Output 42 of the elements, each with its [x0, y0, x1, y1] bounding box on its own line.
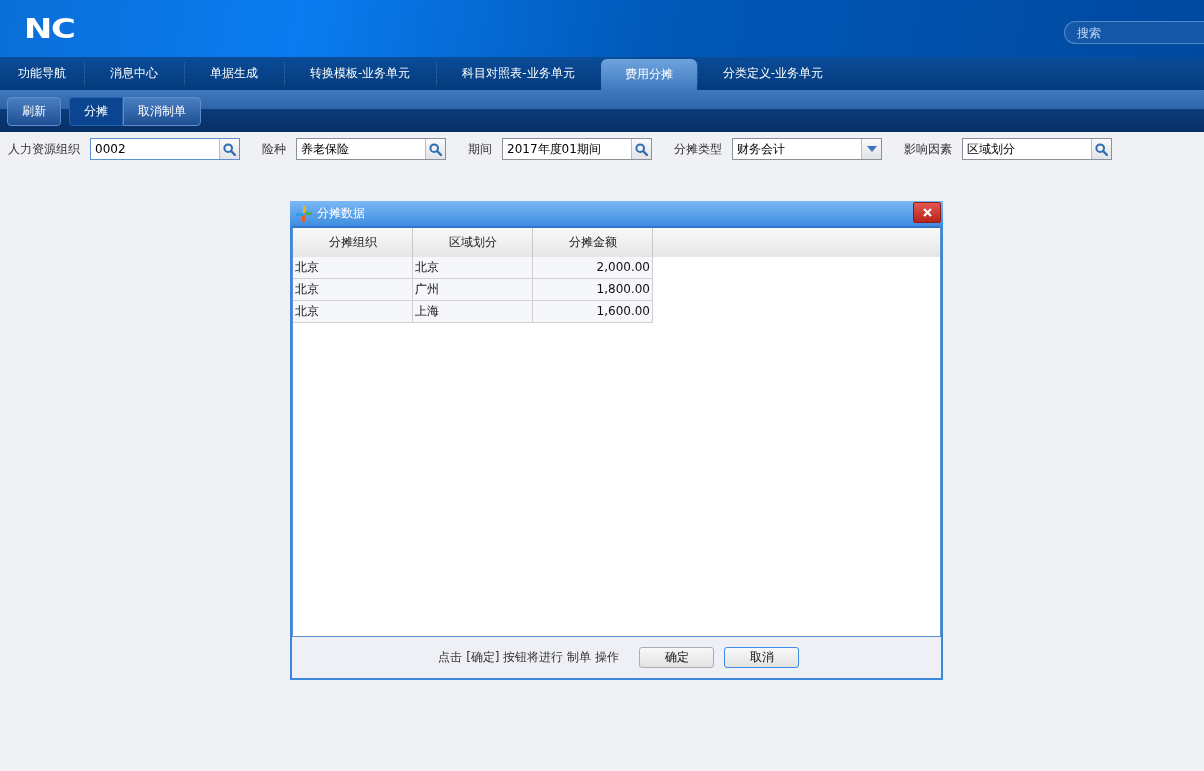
lookup-field[interactable]: 2017年度01期间	[502, 138, 652, 160]
pinwheel-icon	[296, 205, 312, 222]
search-icon[interactable]	[223, 142, 236, 156]
table-cell: 北京	[293, 301, 413, 323]
table-cell: 北京	[413, 257, 533, 279]
tab[interactable]: 科目对照表-业务单元	[436, 57, 601, 90]
search-icon[interactable]	[429, 142, 442, 156]
field-label: 分摊类型	[674, 140, 722, 158]
tab[interactable]: 分类定义-业务单元	[696, 57, 850, 90]
tab[interactable]: 消息中心	[84, 57, 184, 90]
close-icon	[922, 208, 932, 217]
search-icon[interactable]	[1095, 142, 1108, 156]
close-button[interactable]	[913, 202, 941, 223]
search-icon[interactable]	[635, 142, 648, 156]
tab[interactable]: 单据生成	[184, 57, 284, 90]
dialog-button[interactable]: 取消	[724, 647, 799, 668]
table-cell: 2,000.00	[533, 257, 653, 279]
dropdown-field[interactable]: 财务会计	[732, 138, 882, 160]
field-label: 人力资源组织	[8, 140, 80, 158]
lookup-field[interactable]: 0002	[90, 138, 240, 160]
lookup-field[interactable]: 养老保险	[296, 138, 446, 160]
dialog-button[interactable]: 确定	[639, 647, 714, 668]
logo: NC	[24, 15, 75, 42]
tab[interactable]: 功能导航	[0, 57, 84, 90]
hint-text: 点击 [确定] 按钮将进行 制单 操作	[438, 649, 619, 666]
field-label: 险种	[262, 140, 286, 158]
caret-icon[interactable]	[866, 146, 877, 152]
toolbar-button[interactable]: 刷新	[7, 97, 61, 126]
toolbar-button[interactable]: 取消制单	[123, 97, 201, 126]
table-cell: 北京	[293, 279, 413, 301]
field-label: 影响因素	[904, 140, 952, 158]
table-cell: 广州	[413, 279, 533, 301]
lookup-field[interactable]: 区域划分	[962, 138, 1112, 160]
toolbar-button[interactable]: 分摊	[69, 97, 123, 126]
table-cell: 1,800.00	[533, 279, 653, 301]
table-cell: 上海	[413, 301, 533, 323]
table-cell: 北京	[293, 257, 413, 279]
field-label: 期间	[468, 140, 492, 158]
dialog-title: 分摊数据	[317, 205, 365, 222]
search-field[interactable]: 搜索	[1064, 21, 1204, 44]
table-cell: 1,600.00	[533, 301, 653, 323]
tab[interactable]: 转换模板-业务单元	[284, 57, 437, 90]
